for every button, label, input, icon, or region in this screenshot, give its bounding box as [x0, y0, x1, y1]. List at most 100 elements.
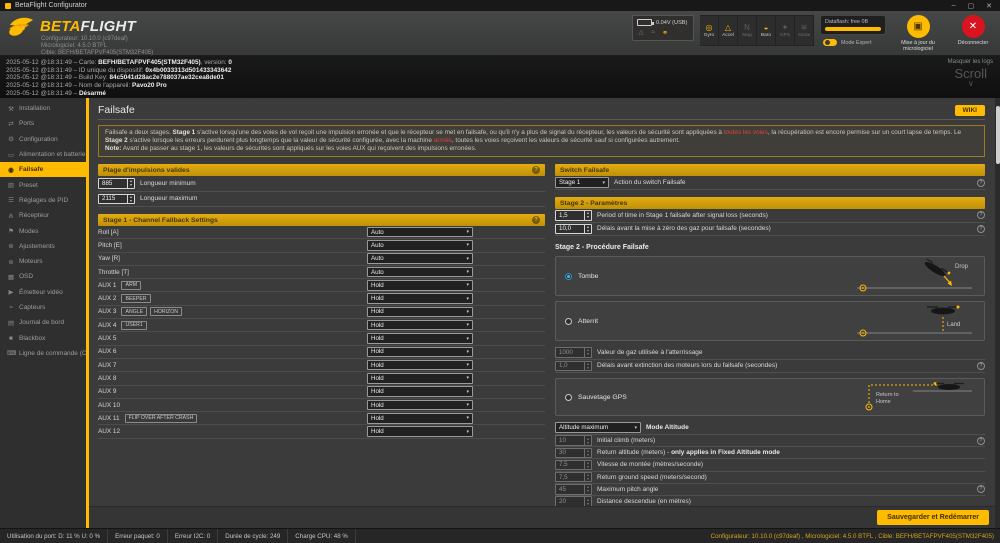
- spinner-arrows[interactable]: ▴▾: [127, 179, 134, 188]
- help-icon[interactable]: ?: [977, 211, 985, 219]
- sidebar-item[interactable]: ⇄ Ports: [0, 116, 86, 131]
- sidebar-item-icon: ▧: [7, 181, 15, 189]
- sidebar-item[interactable]: ⊛ Moteurs: [0, 254, 86, 269]
- fallback-select[interactable]: Hold ▾: [367, 333, 473, 344]
- fallback-select[interactable]: Hold ▾: [367, 386, 473, 397]
- fallback-select[interactable]: Auto ▾: [367, 227, 473, 238]
- drop-radio[interactable]: [565, 273, 572, 280]
- number-input[interactable]: 1000 ▴▾: [555, 347, 592, 358]
- spinner-arrows[interactable]: ▴▾: [584, 436, 591, 445]
- sidebar-item[interactable]: ◉ Failsafe: [0, 162, 86, 177]
- sidebar-item[interactable]: ▶ Émetteur vidéo: [0, 285, 86, 300]
- number-input[interactable]: 885 ▴▾: [98, 178, 135, 189]
- maximize-icon[interactable]: ▢: [968, 2, 975, 10]
- number-input[interactable]: 10,0 ▴▾: [555, 224, 592, 235]
- channel-name: AUX 4: [98, 322, 116, 329]
- fallback-select[interactable]: Hold ▾: [367, 413, 473, 424]
- sidebar-item[interactable]: ☰ Réglages de PID: [0, 193, 86, 208]
- sensor-indicator: ≋ Sonar: [795, 15, 814, 46]
- sidebar-item[interactable]: ⋔ Récepteur: [0, 208, 86, 223]
- gps-rescue-setting-row: 7,5 ▴▾ Return ground speed (meters/secon…: [555, 472, 985, 484]
- sidebar-item[interactable]: ▧ Preset: [0, 177, 86, 192]
- sidebar-item[interactable]: ■ Blackbox: [0, 330, 86, 345]
- fallback-select[interactable]: Auto ▾: [367, 240, 473, 251]
- number-input[interactable]: 10 ▴▾: [555, 435, 592, 446]
- sidebar-item[interactable]: ⚙ Configuration: [0, 132, 86, 147]
- log-scroll-hint[interactable]: Scroll ∨: [954, 67, 987, 87]
- expert-mode-toggle[interactable]: [823, 39, 837, 46]
- firmware-flasher-button[interactable]: ▣: [907, 15, 930, 38]
- number-input[interactable]: 2115 ▴▾: [98, 194, 135, 205]
- sidebar-item-icon: ▭: [7, 151, 15, 159]
- channel-name: AUX 1: [98, 282, 116, 289]
- sidebar-item[interactable]: ▭ Alimentation et batterie: [0, 147, 86, 162]
- hide-logs-link[interactable]: Masquer les logs: [948, 59, 993, 65]
- help-icon[interactable]: ?: [977, 225, 985, 233]
- help-icon[interactable]: ?: [977, 485, 985, 493]
- number-input[interactable]: 30 ▴▾: [555, 448, 592, 459]
- fallback-select[interactable]: Auto ▾: [367, 267, 473, 278]
- spinner-arrows[interactable]: ▴▾: [127, 195, 134, 204]
- fallback-select[interactable]: Hold ▾: [367, 426, 473, 437]
- land-radio[interactable]: [565, 318, 572, 325]
- help-icon[interactable]: ?: [977, 179, 985, 187]
- number-input[interactable]: 45 ▴▾: [555, 484, 592, 495]
- minimize-icon[interactable]: –: [952, 2, 956, 10]
- content-scrollbar[interactable]: [995, 98, 1000, 528]
- save-and-reboot-button[interactable]: Sauvegarder et Redémarrer: [877, 510, 989, 525]
- sidebar-item[interactable]: ⚑ Modes: [0, 223, 86, 238]
- sidebar-item-icon: ⚙: [7, 135, 15, 143]
- help-icon[interactable]: ?: [977, 437, 985, 445]
- procedure-option-land[interactable]: Atterrit: [555, 301, 985, 341]
- setting-label: Initial climb (meters): [597, 437, 655, 444]
- number-input[interactable]: 7,5 ▴▾: [555, 460, 592, 471]
- spinner-arrows[interactable]: ▴▾: [584, 461, 591, 470]
- fallback-select[interactable]: Hold ▾: [367, 307, 473, 318]
- fallback-select[interactable]: Hold ▾: [367, 347, 473, 358]
- stage2-param-row: 1,5 ▴▾ Period of time in Stage 1 failsaf…: [555, 209, 985, 223]
- fallback-select[interactable]: Hold ▾: [367, 400, 473, 411]
- number-input[interactable]: 1,0 ▴▾: [555, 361, 592, 372]
- help-icon[interactable]: ?: [977, 362, 985, 370]
- number-input[interactable]: 7,5 ▴▾: [555, 472, 592, 483]
- sidebar-item[interactable]: ⊕ Ajustements: [0, 239, 86, 254]
- fallback-select[interactable]: Hold ▾: [367, 280, 473, 291]
- procedure-option-drop[interactable]: Tombe: [555, 256, 985, 296]
- channel-name: AUX 6: [98, 348, 116, 355]
- channel-name: AUX 5: [98, 335, 116, 342]
- spinner-arrows[interactable]: ▴▾: [584, 348, 591, 357]
- help-icon[interactable]: ?: [532, 216, 540, 224]
- spinner-arrows[interactable]: ▴▾: [584, 211, 591, 220]
- log-panel[interactable]: 2025-05-12 @18:31:49 – Carte: BEFH/BETAF…: [0, 56, 1000, 98]
- spinner-arrows[interactable]: ▴▾: [584, 449, 591, 458]
- switch-action-select[interactable]: Stage 1 ▾: [555, 177, 609, 188]
- help-icon[interactable]: ?: [532, 166, 540, 174]
- spinner-arrows[interactable]: ▴▾: [584, 497, 591, 506]
- fallback-select[interactable]: Hold ▾: [367, 293, 473, 304]
- close-icon[interactable]: ✕: [986, 2, 992, 10]
- switch-failsafe-row: Stage 1 ▾ Action du switch Failsafe ?: [555, 176, 985, 190]
- sidebar-item[interactable]: ▦ OSD: [0, 269, 86, 284]
- procedure-option-gps-rescue[interactable]: Sauvetage GPS: [555, 378, 985, 416]
- number-input[interactable]: 20 ▴▾: [555, 496, 592, 506]
- spinner-arrows[interactable]: ▴▾: [584, 225, 591, 234]
- sidebar-item[interactable]: ⌨ Ligne de commande (CLI): [0, 346, 86, 361]
- fallback-select[interactable]: Hold ▾: [367, 373, 473, 384]
- gps-rescue-radio[interactable]: [565, 394, 572, 401]
- wiki-button[interactable]: WIKI: [955, 105, 985, 116]
- fallback-select[interactable]: Auto ▾: [367, 253, 473, 264]
- altitude-mode-select[interactable]: Altitude maximum ▾: [555, 422, 641, 433]
- spinner-arrows[interactable]: ▴▾: [584, 362, 591, 371]
- fallback-select[interactable]: Hold ▾: [367, 320, 473, 331]
- scrollbar-thumb[interactable]: [996, 106, 1000, 164]
- disconnect-button[interactable]: ✕: [962, 15, 985, 38]
- log-line: 2025-05-12 @18:31:49 – ID unique du disp…: [6, 67, 994, 75]
- spinner-arrows[interactable]: ▴▾: [584, 485, 591, 494]
- sidebar-item[interactable]: ⚒ Installation: [0, 101, 86, 116]
- sidebar-item[interactable]: ▤ Journal de bord: [0, 315, 86, 330]
- spinner-arrows[interactable]: ▴▾: [584, 473, 591, 482]
- select-value: Auto: [371, 255, 384, 262]
- sidebar-item[interactable]: ≈ Capteurs: [0, 300, 86, 315]
- number-input[interactable]: 1,5 ▴▾: [555, 210, 592, 221]
- fallback-select[interactable]: Hold ▾: [367, 360, 473, 371]
